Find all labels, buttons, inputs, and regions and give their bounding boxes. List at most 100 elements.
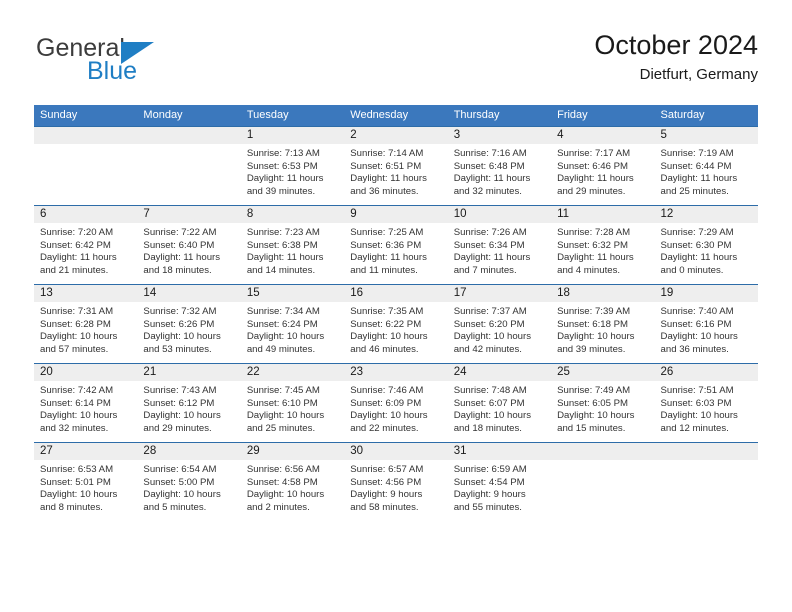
- day-details: Sunrise: 7:40 AM Sunset: 6:16 PM Daylight:…: [655, 302, 758, 356]
- sunset-time: Sunset: 6:46 PM: [557, 160, 629, 172]
- calendar-day-cell[interactable]: 28 Sunrise: 6:54 AM Sunset: 5:00 PM Dayligh…: [137, 442, 241, 521]
- calendar-day-cell[interactable]: 8 Sunrise: 7:23 AM Sunset: 6:38 PM Daylight…: [240, 205, 345, 285]
- calendar-day-cell[interactable]: 21 Sunrise: 7:43 AM Sunset: 6:12 PM Dayligh…: [137, 363, 241, 443]
- day-number: 18: [551, 285, 655, 302]
- day-number: 17: [447, 285, 552, 302]
- day-number: 11: [551, 206, 655, 223]
- calendar-day-cell[interactable]: 11 Sunrise: 7:28 AM Sunset: 6:32 PM Dayligh…: [551, 205, 655, 285]
- sunrise-time: Sunrise: 7:13 AM: [246, 148, 320, 159]
- daylight-line-2: and 25 minutes.: [246, 422, 316, 434]
- calendar-day-cell[interactable]: 25 Sunrise: 7:49 AM Sunset: 6:05 PM Dayligh…: [551, 363, 655, 443]
- weekday-header-sunday: Sunday: [34, 105, 138, 127]
- daylight-line-1: Daylight: 10 hours: [143, 331, 221, 343]
- day-details: Sunrise: 7:23 AM Sunset: 6:38 PM Daylight:…: [241, 223, 344, 277]
- sunrise-time: Sunrise: 7:16 AM: [453, 148, 527, 159]
- calendar-day-cell[interactable]: 6 Sunrise: 7:20 AM Sunset: 6:42 PM Daylight…: [34, 205, 138, 285]
- daylight-line-1: Daylight: 11 hours: [143, 252, 221, 264]
- daylight-line-1: Daylight: 10 hours: [453, 331, 532, 343]
- day-details: Sunrise: 7:45 AM Sunset: 6:10 PM Daylight:…: [241, 381, 344, 435]
- calendar-day-cell[interactable]: 4 Sunrise: 7:17 AM Sunset: 6:46 PM Daylight…: [551, 126, 655, 206]
- sunrise-time: Sunrise: 7:46 AM: [350, 385, 424, 396]
- daylight-line-2: and 36 minutes.: [350, 185, 419, 197]
- calendar-day-cell[interactable]: 15 Sunrise: 7:34 AM Sunset: 6:24 PM Dayligh…: [240, 284, 345, 364]
- day-details: Sunrise: 7:43 AM Sunset: 6:12 PM Daylight:…: [137, 381, 240, 435]
- calendar-day-cell-empty: [137, 126, 241, 206]
- calendar-day-cell[interactable]: 17 Sunrise: 7:37 AM Sunset: 6:20 PM Dayligh…: [447, 284, 552, 364]
- day-number: 7: [137, 206, 241, 223]
- sunset-time: Sunset: 6:09 PM: [350, 397, 422, 409]
- calendar-week-row: 6 Sunrise: 7:20 AM Sunset: 6:42 PM Daylight…: [34, 205, 758, 285]
- calendar-day-cell[interactable]: 20 Sunrise: 7:42 AM Sunset: 6:14 PM Dayligh…: [34, 363, 138, 443]
- calendar-day-cell[interactable]: 22 Sunrise: 7:45 AM Sunset: 6:10 PM Dayligh…: [240, 363, 345, 443]
- calendar-week-row: 1 Sunrise: 7:13 AM Sunset: 6:53 PM Daylight…: [34, 126, 758, 206]
- daylight-line-2: and 18 minutes.: [453, 422, 522, 434]
- sunset-time: Sunset: 6:24 PM: [246, 318, 318, 330]
- daylight-line-2: and 14 minutes.: [246, 264, 316, 276]
- calendar-day-cell[interactable]: 7 Sunrise: 7:22 AM Sunset: 6:40 PM Daylight…: [137, 205, 241, 285]
- calendar-day-cell[interactable]: 26 Sunrise: 7:51 AM Sunset: 6:03 PM Dayligh…: [654, 363, 758, 443]
- day-details: Sunrise: 6:53 AM Sunset: 5:01 PM Daylight:…: [34, 460, 137, 514]
- weekday-header-thursday: Thursday: [447, 105, 552, 127]
- sunrise-time: Sunrise: 7:43 AM: [143, 385, 217, 396]
- weekday-header-friday: Friday: [551, 105, 655, 127]
- calendar-day-cell[interactable]: 12 Sunrise: 7:29 AM Sunset: 6:30 PM Dayligh…: [654, 205, 758, 285]
- daylight-line-1: Daylight: 10 hours: [143, 489, 221, 501]
- sunrise-time: Sunrise: 7:29 AM: [660, 227, 734, 238]
- daylight-line-2: and 21 minutes.: [40, 264, 109, 276]
- sunrise-time: Sunrise: 7:14 AM: [350, 148, 424, 159]
- calendar-day-cell[interactable]: 29 Sunrise: 6:56 AM Sunset: 4:58 PM Dayligh…: [240, 442, 345, 521]
- sunrise-time: Sunrise: 7:34 AM: [246, 306, 320, 317]
- day-number: 28: [137, 443, 241, 460]
- weekday-header-tuesday: Tuesday: [240, 105, 345, 127]
- calendar-day-cell[interactable]: 19 Sunrise: 7:40 AM Sunset: 6:16 PM Dayligh…: [654, 284, 758, 364]
- calendar-day-cell[interactable]: 1 Sunrise: 7:13 AM Sunset: 6:53 PM Daylight…: [240, 126, 345, 206]
- weekday-header-saturday: Saturday: [654, 105, 758, 127]
- page-title: October 2024: [594, 30, 758, 60]
- calendar-day-cell[interactable]: 30 Sunrise: 6:57 AM Sunset: 4:56 PM Dayligh…: [344, 442, 448, 521]
- sunrise-time: Sunrise: 7:39 AM: [557, 306, 631, 317]
- day-details: Sunrise: 7:39 AM Sunset: 6:18 PM Daylight:…: [551, 302, 654, 356]
- sunrise-time: Sunrise: 7:28 AM: [557, 227, 631, 238]
- daylight-line-2: and 57 minutes.: [40, 343, 109, 355]
- day-details: Sunrise: 7:26 AM Sunset: 6:34 PM Daylight:…: [448, 223, 551, 277]
- sunset-time: Sunset: 6:22 PM: [350, 318, 422, 330]
- calendar-day-cell[interactable]: 18 Sunrise: 7:39 AM Sunset: 6:18 PM Dayligh…: [551, 284, 655, 364]
- day-number: [654, 443, 758, 460]
- calendar-day-cell[interactable]: 3 Sunrise: 7:16 AM Sunset: 6:48 PM Daylight…: [447, 126, 552, 206]
- daylight-line-2: and 46 minutes.: [350, 343, 419, 355]
- daylight-line-1: Daylight: 11 hours: [557, 173, 634, 185]
- sunset-time: Sunset: 6:34 PM: [453, 239, 525, 251]
- calendar-day-cell[interactable]: 2 Sunrise: 7:14 AM Sunset: 6:51 PM Daylight…: [344, 126, 448, 206]
- calendar-day-cell[interactable]: 9 Sunrise: 7:25 AM Sunset: 6:36 PM Daylight…: [344, 205, 448, 285]
- calendar-day-cell[interactable]: 5 Sunrise: 7:19 AM Sunset: 6:44 PM Daylight…: [654, 126, 758, 206]
- daylight-line-1: Daylight: 10 hours: [350, 331, 428, 343]
- day-number: 19: [654, 285, 758, 302]
- sunset-time: Sunset: 6:53 PM: [246, 160, 318, 172]
- calendar-day-cell[interactable]: 10 Sunrise: 7:26 AM Sunset: 6:34 PM Dayligh…: [447, 205, 552, 285]
- sunrise-time: Sunrise: 7:40 AM: [660, 306, 734, 317]
- daylight-line-1: Daylight: 11 hours: [660, 252, 738, 264]
- calendar-day-cell[interactable]: 27 Sunrise: 6:53 AM Sunset: 5:01 PM Dayligh…: [34, 442, 138, 521]
- daylight-line-1: Daylight: 9 hours: [453, 489, 526, 501]
- daylight-line-2: and 58 minutes.: [350, 501, 419, 513]
- sunset-time: Sunset: 6:44 PM: [660, 160, 732, 172]
- calendar-day-cell[interactable]: 24 Sunrise: 7:48 AM Sunset: 6:07 PM Dayligh…: [447, 363, 552, 443]
- daylight-line-1: Daylight: 10 hours: [557, 331, 635, 343]
- sunset-time: Sunset: 6:51 PM: [350, 160, 422, 172]
- day-details: Sunrise: 7:32 AM Sunset: 6:26 PM Daylight:…: [137, 302, 240, 356]
- calendar-day-cell[interactable]: 16 Sunrise: 7:35 AM Sunset: 6:22 PM Dayligh…: [344, 284, 448, 364]
- day-number: 25: [551, 364, 655, 381]
- calendar-day-cell[interactable]: 31 Sunrise: 6:59 AM Sunset: 4:54 PM Dayligh…: [447, 442, 552, 521]
- calendar-day-cell[interactable]: 14 Sunrise: 7:32 AM Sunset: 6:26 PM Dayligh…: [137, 284, 241, 364]
- sunrise-time: Sunrise: 7:25 AM: [350, 227, 424, 238]
- calendar-table: Sunday Monday Tuesday Wednesday Thursday…: [34, 105, 758, 521]
- calendar-day-cell-empty: [654, 442, 758, 521]
- calendar-body: 1 Sunrise: 7:13 AM Sunset: 6:53 PM Daylight…: [34, 126, 758, 521]
- daylight-line-1: Daylight: 10 hours: [40, 489, 118, 501]
- day-details: Sunrise: 7:28 AM Sunset: 6:32 PM Daylight:…: [551, 223, 654, 277]
- calendar-day-cell[interactable]: 13 Sunrise: 7:31 AM Sunset: 6:28 PM Dayligh…: [34, 284, 138, 364]
- calendar-day-cell[interactable]: 23 Sunrise: 7:46 AM Sunset: 6:09 PM Dayligh…: [344, 363, 448, 443]
- sunrise-time: Sunrise: 7:22 AM: [143, 227, 217, 238]
- day-number: 2: [344, 127, 448, 144]
- day-number: 26: [654, 364, 758, 381]
